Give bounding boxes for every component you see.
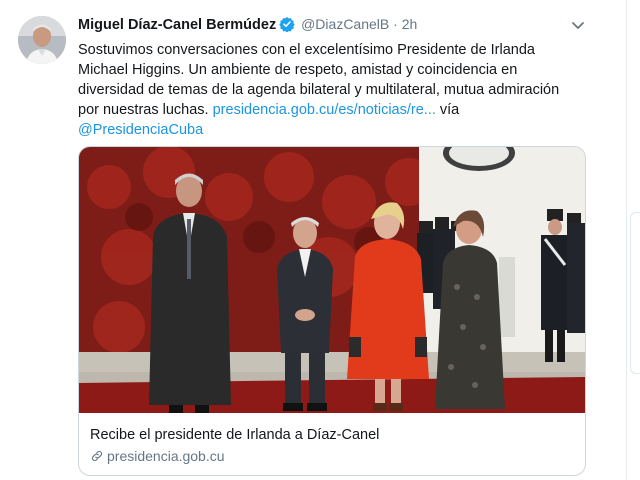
card-domain-text: presidencia.gob.cu — [107, 448, 225, 464]
tweet-text-line: por nuestras luchas. presidencia.gob.cu/… — [78, 100, 598, 120]
via-text: vía — [435, 102, 460, 118]
tweet-text-prefix: por nuestras luchas. — [78, 102, 213, 118]
via-mention[interactable]: @PresidenciaCuba — [78, 122, 203, 138]
tweet-header: Miguel Díaz-Canel Bermúdez @DiazCanelB ·… — [78, 16, 417, 35]
author-handle[interactable]: @DiazCanelB — [301, 16, 389, 32]
tweet-text-line: @PresidenciaCuba — [78, 120, 598, 140]
card-domain[interactable]: presidencia.gob.cu — [90, 448, 225, 464]
chevron-down-icon[interactable] — [571, 18, 585, 29]
avatar[interactable] — [18, 16, 66, 64]
side-panel-edge — [630, 212, 640, 374]
link-card[interactable]: Recibe el presidente de Irlanda a Díaz-C… — [78, 146, 586, 476]
separator-dot: · — [393, 16, 398, 32]
tweet-text: Sostuvimos conversaciones con el excelen… — [78, 40, 598, 140]
card-title[interactable]: Recibe el presidente de Irlanda a Díaz-C… — [90, 427, 379, 443]
tweet-timestamp[interactable]: 2h — [402, 16, 418, 32]
verified-badge-icon — [279, 16, 295, 35]
tweet[interactable]: Miguel Díaz-Canel Bermúdez @DiazCanelB ·… — [0, 0, 626, 480]
tweet-text-line: Michael Higgins. Un ambiente de respeto,… — [78, 62, 518, 78]
tweet-text-line: Sostuvimos conversaciones con el excelen… — [78, 42, 535, 58]
avatar-image — [18, 16, 66, 64]
card-photo[interactable] — [79, 147, 585, 413]
tweet-text-line: diversidad de temas de la agenda bilater… — [78, 82, 560, 98]
link-icon — [91, 450, 103, 462]
author-name[interactable]: Miguel Díaz-Canel Bermúdez — [78, 17, 276, 33]
tweet-link[interactable]: presidencia.gob.cu/es/noticias/re... — [213, 102, 436, 118]
